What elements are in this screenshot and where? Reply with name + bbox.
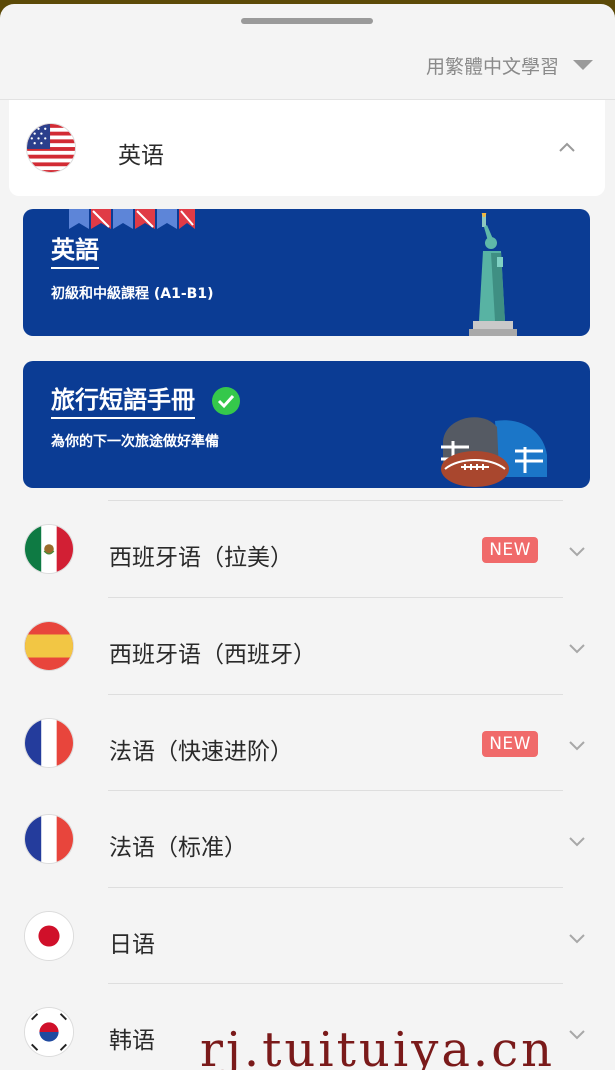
course-row-french-standard[interactable]: 法语（标准） xyxy=(0,791,615,888)
interface-language-label: 用繁體中文學習 xyxy=(425,55,559,78)
chevron-down-icon[interactable] xyxy=(569,1026,585,1042)
course-row-spanish-spain[interactable]: 西班牙语（西班牙） xyxy=(0,598,615,695)
course-label: 韩语 xyxy=(109,1028,155,1054)
chevron-down-icon[interactable] xyxy=(569,930,585,946)
card-subtitle: 初級和中級課程 (A1-B1) xyxy=(51,286,214,302)
drag-handle[interactable] xyxy=(241,18,373,24)
course-row-spanish-latam[interactable]: 西班牙语（拉美） NEW xyxy=(0,501,615,598)
new-badge: NEW xyxy=(482,537,538,563)
korea-flag-icon xyxy=(24,1007,74,1057)
watermark-text: rj.tuituiya.cn xyxy=(200,1022,555,1070)
chevron-down-icon[interactable] xyxy=(569,737,585,753)
bunting-decoration xyxy=(69,209,195,229)
course-card-travel-phrasebook[interactable]: 旅行短語手冊 為你的下一次旅途做好準備 xyxy=(23,361,590,488)
course-label: 法语（标准） xyxy=(109,835,247,861)
card-title: 英語 xyxy=(51,235,99,269)
chevron-down-icon[interactable] xyxy=(569,543,585,559)
football-helmet-icon xyxy=(441,417,547,487)
course-label: 日语 xyxy=(109,932,155,958)
language-picker-sheet: 用繁體中文學習 英语 英語 初級和中級課程 (A1-B1) 旅行短語手冊 為你的… xyxy=(0,4,615,1070)
caret-down-icon xyxy=(573,60,593,70)
course-label: 西班牙语（西班牙） xyxy=(109,642,316,668)
mexico-flag-icon xyxy=(24,524,74,574)
course-row-english[interactable]: 英语 xyxy=(9,100,605,196)
interface-language-dropdown[interactable]: 用繁體中文學習 xyxy=(426,50,593,80)
france-flag-icon xyxy=(24,814,74,864)
course-card-english[interactable]: 英語 初級和中級課程 (A1-B1) xyxy=(23,209,590,336)
japan-flag-icon xyxy=(24,911,74,961)
statue-of-liberty-icon xyxy=(469,213,517,336)
course-row-french-fast[interactable]: 法语（快速进阶） NEW xyxy=(0,695,615,792)
us-flag-icon xyxy=(26,123,76,173)
course-label: 法语（快速进阶） xyxy=(109,739,293,765)
chevron-up-icon[interactable] xyxy=(559,140,575,156)
course-label: 英语 xyxy=(118,143,164,169)
card-subtitle: 為你的下一次旅途做好準備 xyxy=(51,434,219,450)
course-row-japanese[interactable]: 日语 xyxy=(0,888,615,985)
france-flag-icon xyxy=(24,718,74,768)
chevron-down-icon[interactable] xyxy=(569,833,585,849)
new-badge: NEW xyxy=(482,731,538,757)
check-icon xyxy=(212,387,240,415)
chevron-down-icon[interactable] xyxy=(569,640,585,656)
course-label: 西班牙语（拉美） xyxy=(109,545,293,571)
card-title: 旅行短語手冊 xyxy=(51,385,195,419)
spain-flag-icon xyxy=(24,621,74,671)
